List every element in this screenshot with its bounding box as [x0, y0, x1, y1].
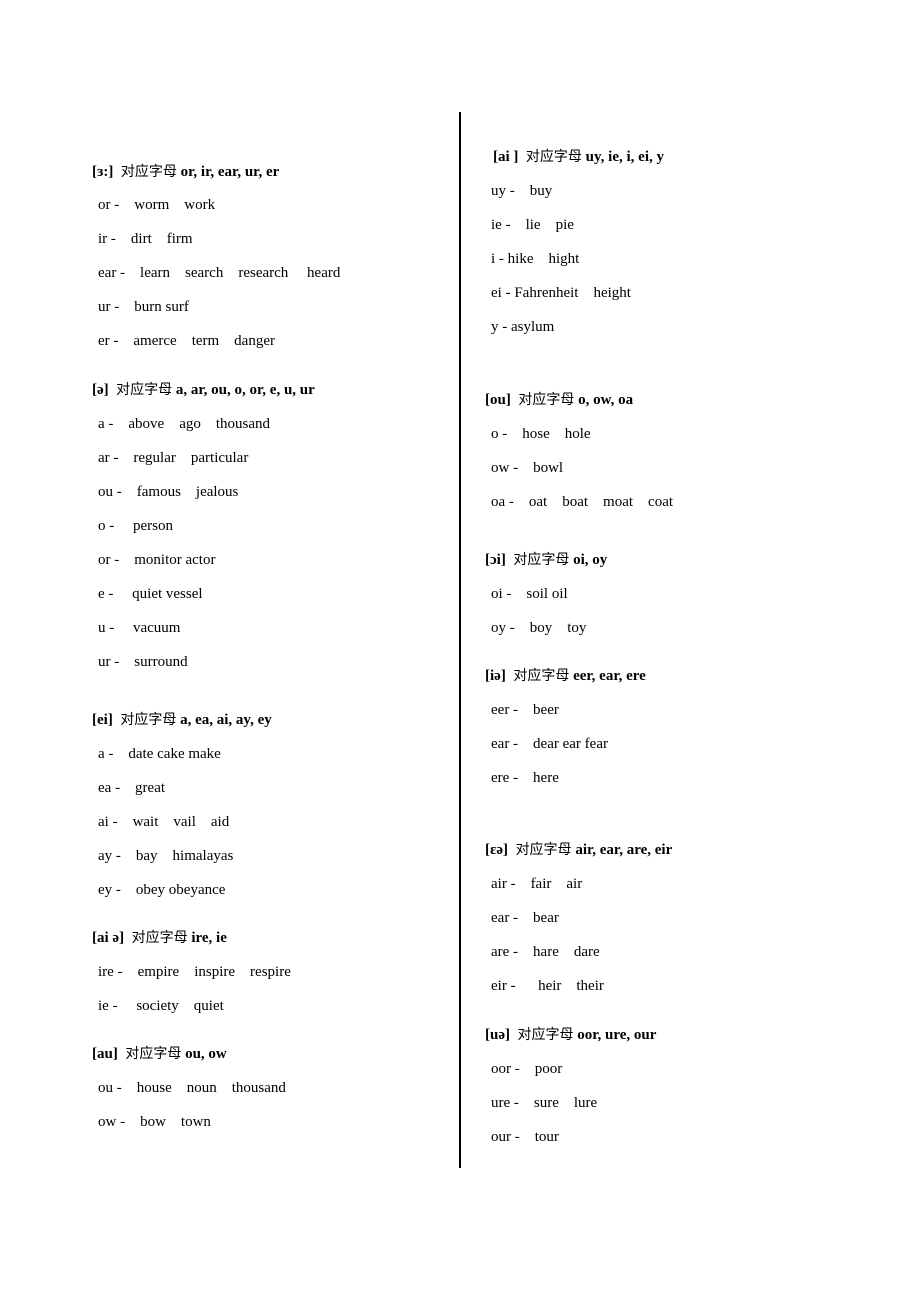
- corresponding-letters-label: 对应字母: [513, 552, 570, 568]
- section-heading: [ɛə] 对应字母 air, ear, are, eir: [485, 841, 672, 859]
- section-heading: [ɜ:] 对应字母 or, ir, ear, ur, er: [92, 163, 279, 181]
- phonetic-symbol: [ai ə]: [92, 930, 125, 946]
- corresponding-letters-label: 对应字母: [120, 712, 177, 728]
- example-row: ay - bay himalayas: [98, 848, 234, 864]
- phonetic-symbol: [ɛə]: [485, 842, 509, 858]
- example-row: uy - buy: [491, 183, 553, 199]
- corresponding-letters-label: 对应字母: [116, 382, 173, 398]
- section-heading: [ə] 对应字母 a, ar, ou, o, or, e, u, ur: [92, 381, 315, 399]
- example-row: ir - dirt firm: [98, 231, 193, 247]
- corresponding-letters-label: 对应字母: [517, 1027, 574, 1043]
- phonetic-symbol: [ei]: [92, 712, 113, 728]
- section-heading: [iə] 对应字母 eer, ear, ere: [485, 667, 646, 685]
- example-row: are - hare dare: [491, 944, 600, 960]
- example-row: ure - sure lure: [491, 1095, 598, 1111]
- example-row: e - quiet vessel: [98, 586, 203, 602]
- letter-combinations: a, ar, ou, o, or, e, u, ur: [175, 382, 315, 398]
- letter-combinations: o, ow, oa: [578, 392, 634, 408]
- example-row: o - hose hole: [491, 426, 591, 442]
- section-heading: [au] 对应字母 ou, ow: [92, 1045, 227, 1063]
- letter-combinations: oor, ure, our: [577, 1027, 657, 1043]
- example-row: or - worm work: [98, 197, 216, 213]
- example-row: ear - dear ear fear: [491, 736, 608, 752]
- letter-combinations: ou, ow: [185, 1046, 227, 1062]
- section-heading: [ɔi] 对应字母 oi, oy: [485, 551, 607, 569]
- example-row: ire - empire inspire respire: [98, 964, 291, 980]
- letter-combinations: ire, ie: [191, 930, 227, 946]
- example-row: ea - great: [98, 780, 166, 796]
- letter-combinations: eer, ear, ere: [573, 668, 646, 684]
- example-row: ai - wait vail aid: [98, 814, 230, 830]
- example-row: ow - bowl: [491, 460, 564, 476]
- corresponding-letters-label: 对应字母: [513, 668, 570, 684]
- example-row: o - person: [98, 518, 173, 534]
- phonetic-symbol: [ou]: [485, 392, 511, 408]
- example-row: ar - regular particular: [98, 450, 249, 466]
- letter-combinations: uy, ie, i, ei, y: [585, 149, 665, 165]
- phonetic-symbol: [ɔi]: [485, 552, 506, 568]
- example-row: ear - learn search research heard: [98, 265, 341, 281]
- example-row: u - vacuum: [98, 620, 181, 636]
- corresponding-letters-label: 对应字母: [131, 930, 188, 946]
- example-row: eer - beer: [491, 702, 559, 718]
- example-row: ie - lie pie: [491, 217, 574, 233]
- document-page: [ɜ:] 对应字母 or, ir, ear, ur, er or - worm w…: [0, 0, 920, 1302]
- example-row: y - asylum: [491, 319, 555, 335]
- corresponding-letters-label: 对应字母: [518, 392, 575, 408]
- phonetic-symbol: [ɜ:]: [92, 164, 114, 180]
- corresponding-letters-label: 对应字母: [515, 842, 572, 858]
- example-row: a - above ago thousand: [98, 416, 271, 432]
- example-row: ie - society quiet: [98, 998, 224, 1014]
- letter-combinations: oi, oy: [573, 552, 608, 568]
- example-row: ur - burn surf: [98, 299, 189, 315]
- example-row: air - fair air: [491, 876, 583, 892]
- corresponding-letters-label: 对应字母: [125, 1046, 182, 1062]
- example-row: oor - poor: [491, 1061, 563, 1077]
- example-row: eir - heir their: [491, 978, 604, 994]
- phonetic-symbol: [ai ]: [493, 149, 519, 165]
- example-row: ey - obey obeyance: [98, 882, 226, 898]
- example-row: ou - house noun thousand: [98, 1080, 286, 1096]
- example-row: oa - oat boat moat coat: [491, 494, 674, 510]
- example-row: i - hike hight: [491, 251, 580, 267]
- section-heading: [uə] 对应字母 oor, ure, our: [485, 1026, 656, 1044]
- column-divider: [459, 112, 461, 1168]
- example-row: ei - Fahrenheit height: [491, 285, 631, 301]
- example-row: ou - famous jealous: [98, 484, 239, 500]
- example-row: ur - surround: [98, 654, 188, 670]
- letter-combinations: or, ir, ear, ur, er: [180, 164, 280, 180]
- phonetic-symbol: [ə]: [92, 382, 109, 398]
- phonetic-symbol: [uə]: [485, 1027, 510, 1043]
- section-heading: [ei] 对应字母 a, ea, ai, ay, ey: [92, 711, 272, 729]
- example-row: a - date cake make: [98, 746, 221, 762]
- section-heading: [ou] 对应字母 o, ow, oa: [485, 391, 633, 409]
- phonetic-symbol: [iə]: [485, 668, 506, 684]
- section-heading: [ai ] 对应字母 uy, ie, i, ei, y: [493, 148, 664, 166]
- example-row: er - amerce term danger: [98, 333, 275, 349]
- corresponding-letters-label: 对应字母: [120, 164, 177, 180]
- section-heading: [ai ə] 对应字母 ire, ie: [92, 929, 227, 947]
- phonetic-symbol: [au]: [92, 1046, 118, 1062]
- example-row: oy - boy toy: [491, 620, 587, 636]
- example-row: ow - bow town: [98, 1114, 211, 1130]
- example-row: ear - bear: [491, 910, 559, 926]
- example-row: ere - here: [491, 770, 559, 786]
- letter-combinations: air, ear, are, eir: [575, 842, 673, 858]
- corresponding-letters-label: 对应字母: [525, 149, 582, 165]
- example-row: oi - soil oil: [491, 586, 568, 602]
- example-row: our - tour: [491, 1129, 559, 1145]
- example-row: or - monitor actor: [98, 552, 216, 568]
- letter-combinations: a, ea, ai, ay, ey: [180, 712, 272, 728]
